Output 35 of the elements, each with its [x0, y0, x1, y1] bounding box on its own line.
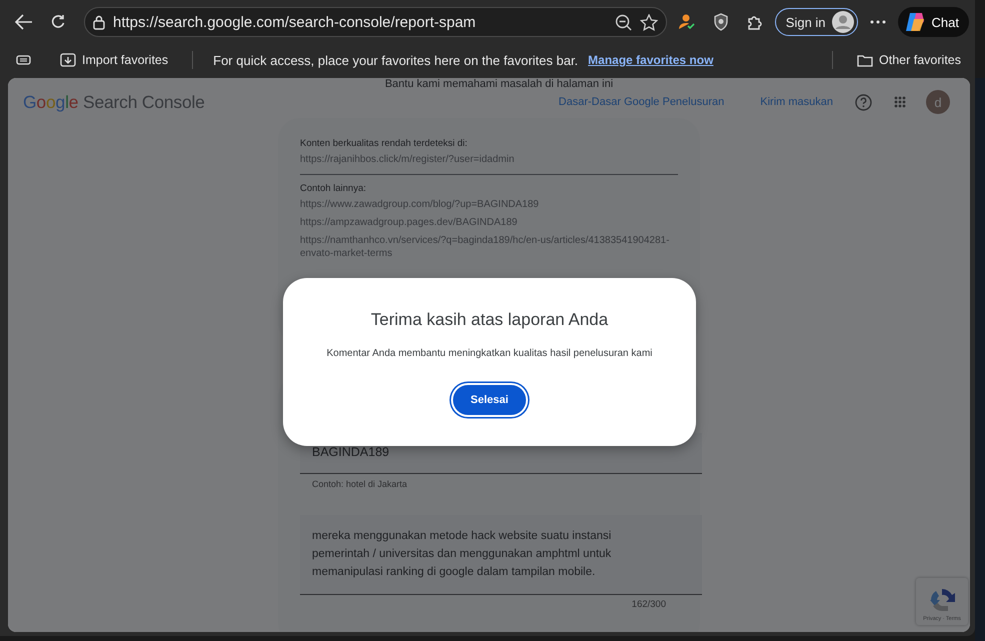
import-favorites-button[interactable]: Import favorites [56, 50, 172, 70]
apps-grid-icon[interactable] [894, 96, 906, 108]
reading-list-icon[interactable] [16, 54, 32, 66]
help-icon[interactable] [855, 94, 872, 110]
recaptcha-logo-icon [928, 586, 956, 614]
detected-url: https://rajanihbos.click/m/register/?user=idadmin [300, 153, 516, 166]
examples-label: Contoh lainnya: [300, 183, 368, 194]
url-text: https://search.google.com/search-console/report-spam [113, 14, 477, 30]
example-url: https://www.zawadgroup.com/blog/?up=BAGINDA189 [300, 198, 540, 211]
avatar-icon [832, 11, 854, 33]
address-bar[interactable]: https://search.google.com/search-console/report-spam [84, 7, 667, 37]
manage-favorites-link[interactable]: Manage favorites now [588, 53, 714, 67]
dialog-title: Terima kasih atas laporan Anda [370, 310, 608, 330]
example-url: https://namthanhco.vn/services/?q=baginda189/hc/en-us/articles/41383541904281-envato-market-terms [300, 234, 670, 260]
copilot-logo-icon [904, 11, 926, 33]
header-link[interactable]: Dasar-Dasar Google Penelusuran [558, 96, 724, 108]
zoom-out-icon[interactable] [614, 14, 632, 30]
example-url: https://ampzawadgroup.pages.dev/BAGINDA189 [300, 216, 518, 229]
page-subtitle: Bantu kami memahami masalah di halaman ini [384, 78, 614, 90]
search-console-logo[interactable]: Google Search Console [23, 92, 205, 112]
field-helper-text: Contoh: hotel di Jakarta [311, 478, 408, 489]
detected-label: Konten berkualitas rendah terdeteksi di: [300, 138, 468, 149]
star-icon[interactable] [640, 14, 658, 30]
sign-in-button[interactable]: Sign in [774, 8, 858, 36]
lock-icon [93, 14, 105, 30]
done-button[interactable]: Selesai [452, 385, 526, 415]
character-counter: 162/300 [630, 598, 667, 610]
folder-icon [857, 54, 874, 66]
dialog-message: Komentar Anda membantu meningkatkan kualitas hasil penelusuran kami [326, 348, 652, 359]
comment-field[interactable]: mereka menggunakan metode hack website suatu instansi pemerintah / universitas dan menggunakan amphtml untuk memanipulasi ranking di google dalam tampilan mobile. [300, 515, 702, 595]
chat-button[interactable]: Chat [898, 7, 969, 37]
header-link[interactable]: Kirim masukan [760, 96, 833, 108]
other-favorites-button[interactable]: Other favorites [853, 50, 965, 70]
import-icon [60, 53, 76, 67]
favorites-hint: For quick access, place your favorites here on the favorites bar. [213, 52, 578, 68]
